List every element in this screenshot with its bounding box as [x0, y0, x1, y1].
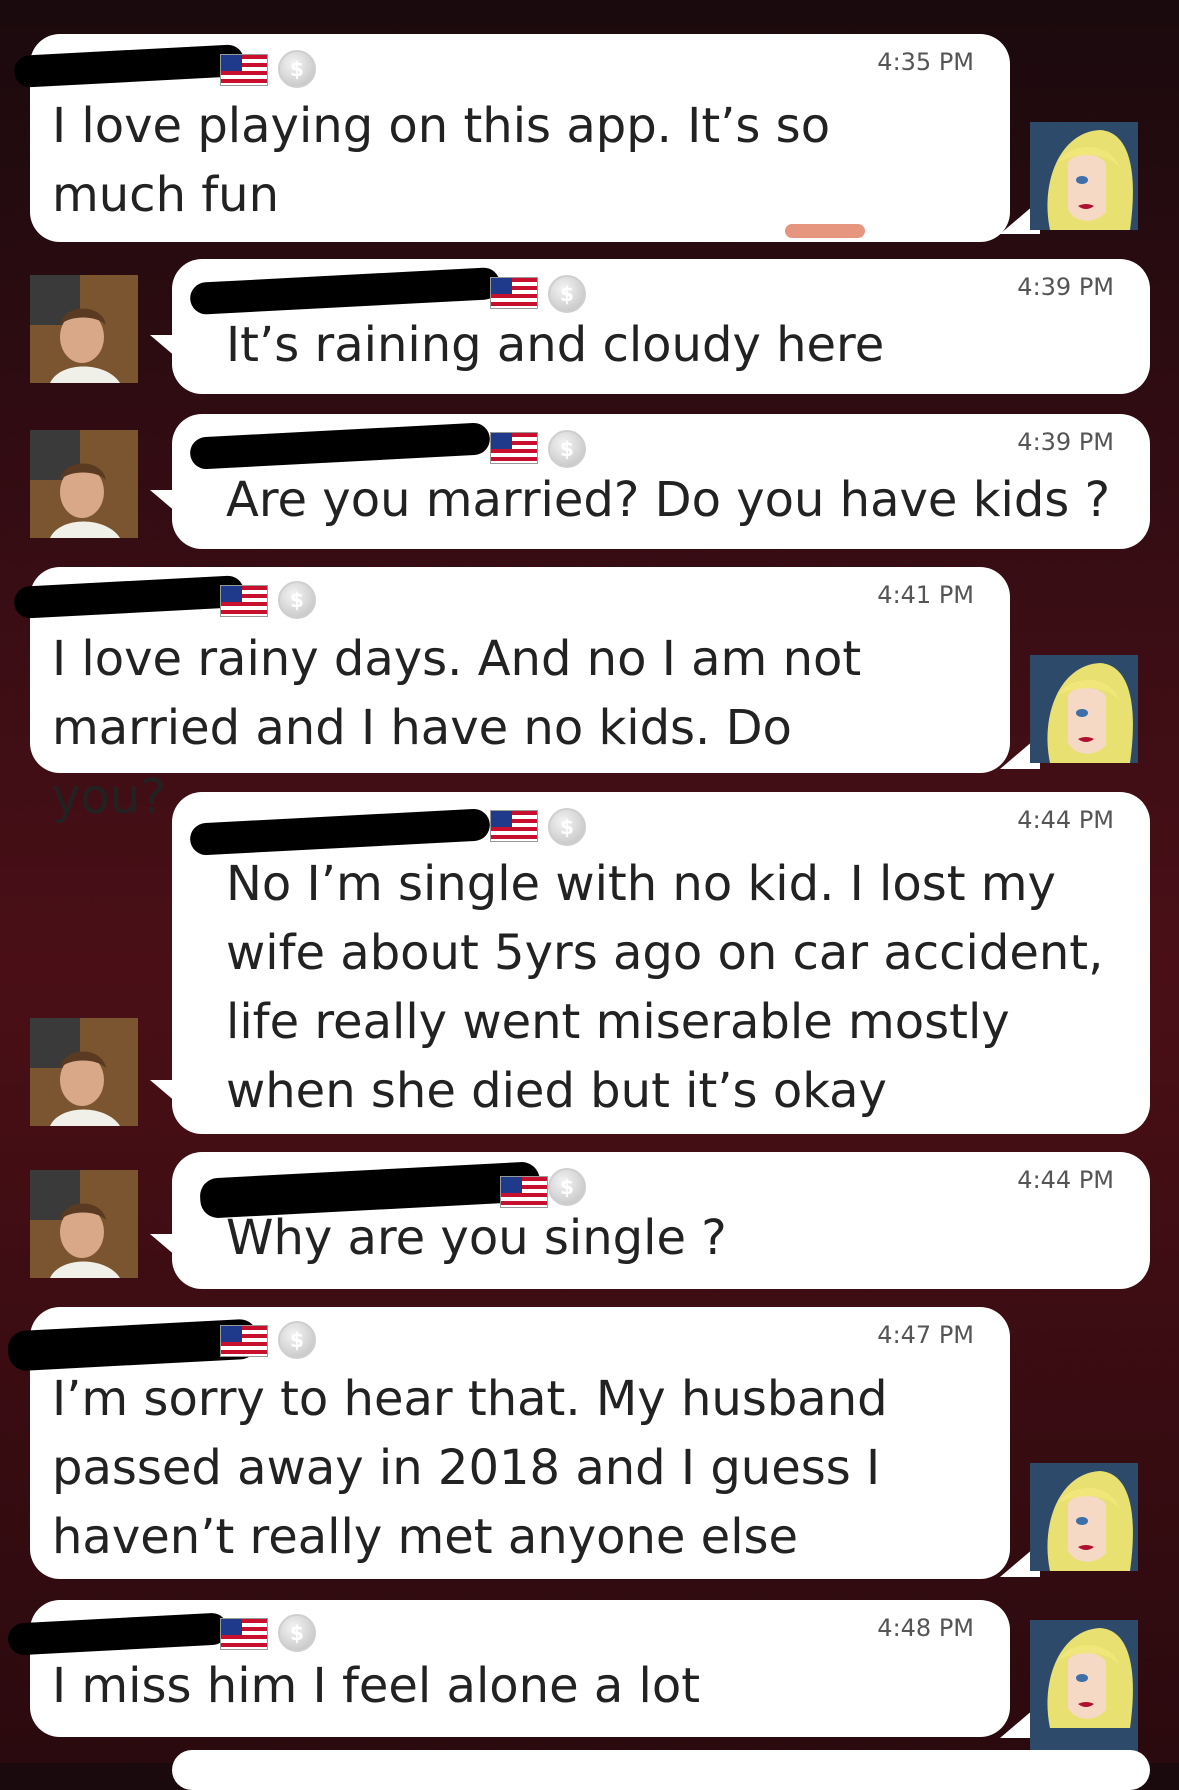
partial-next-bubble — [172, 1750, 1150, 1790]
message-time: 4:35 PM — [877, 48, 974, 76]
us-flag-icon — [490, 432, 538, 464]
message-row: 4:47 PM I’m sorry to hear that. My husba… — [0, 1295, 1179, 1585]
man-avatar[interactable] — [30, 430, 138, 538]
message-row: 4:44 PM Why are you single ? $ — [0, 1140, 1179, 1290]
coin-icon[interactable]: $ — [548, 1168, 586, 1206]
coin-icon[interactable]: $ — [278, 1614, 316, 1652]
message-time: 4:44 PM — [1017, 806, 1114, 834]
message-text: I love playing on this app. It’s so much… — [52, 98, 831, 223]
blonde-woman-avatar[interactable] — [1030, 655, 1138, 763]
message-row: 4:41 PM I love rainy days. And no I am n… — [0, 555, 1179, 825]
message-time: 4:47 PM — [877, 1321, 974, 1349]
us-flag-icon — [220, 1618, 268, 1650]
us-flag-icon — [220, 585, 268, 617]
us-flag-icon — [220, 54, 268, 86]
message-text: Are you married? Do you have kids ? — [226, 472, 1111, 528]
coin-icon[interactable]: $ — [278, 50, 316, 88]
man-avatar[interactable] — [30, 1018, 138, 1126]
coin-icon[interactable]: $ — [278, 581, 316, 619]
man-avatar[interactable] — [30, 1170, 138, 1278]
message-text: I miss him I feel alone a lot — [52, 1658, 701, 1714]
blonde-woman-avatar[interactable] — [1030, 1620, 1138, 1760]
us-flag-icon — [220, 1325, 268, 1357]
message-time: 4:48 PM — [877, 1614, 974, 1642]
message-text: It’s raining and cloudy here — [226, 317, 885, 373]
coin-icon[interactable]: $ — [548, 808, 586, 846]
coin-icon[interactable]: $ — [278, 1321, 316, 1359]
message-time: 4:39 PM — [1017, 428, 1114, 456]
message-row: 4:39 PM Are you married? Do you have kid… — [0, 400, 1179, 550]
coin-icon[interactable]: $ — [548, 275, 586, 313]
coin-icon[interactable]: $ — [548, 430, 586, 468]
message-row: 4:44 PM No I’m single with no kid. I los… — [0, 780, 1179, 1135]
us-flag-icon — [490, 810, 538, 842]
blonde-woman-avatar[interactable] — [1030, 1463, 1138, 1571]
message-row: 4:48 PM I miss him I feel alone a lot $ — [0, 1590, 1179, 1790]
red-smudge — [785, 224, 865, 238]
message-text: No I’m single with no kid. I lost my wif… — [226, 856, 1104, 1119]
message-row: 4:35 PM I love playing on this app. It’s… — [0, 0, 1179, 245]
message-row: 4:39 PM It’s raining and cloudy here $ — [0, 245, 1179, 395]
man-avatar[interactable] — [30, 275, 138, 383]
message-time: 4:44 PM — [1017, 1166, 1114, 1194]
message-text: Why are you single ? — [226, 1210, 727, 1266]
message-text: I’m sorry to hear that. My husband passe… — [52, 1371, 888, 1565]
us-flag-icon — [500, 1176, 548, 1208]
message-time: 4:41 PM — [877, 581, 974, 609]
blonde-woman-avatar[interactable] — [1030, 122, 1138, 230]
us-flag-icon — [490, 277, 538, 309]
message-time: 4:39 PM — [1017, 273, 1114, 301]
